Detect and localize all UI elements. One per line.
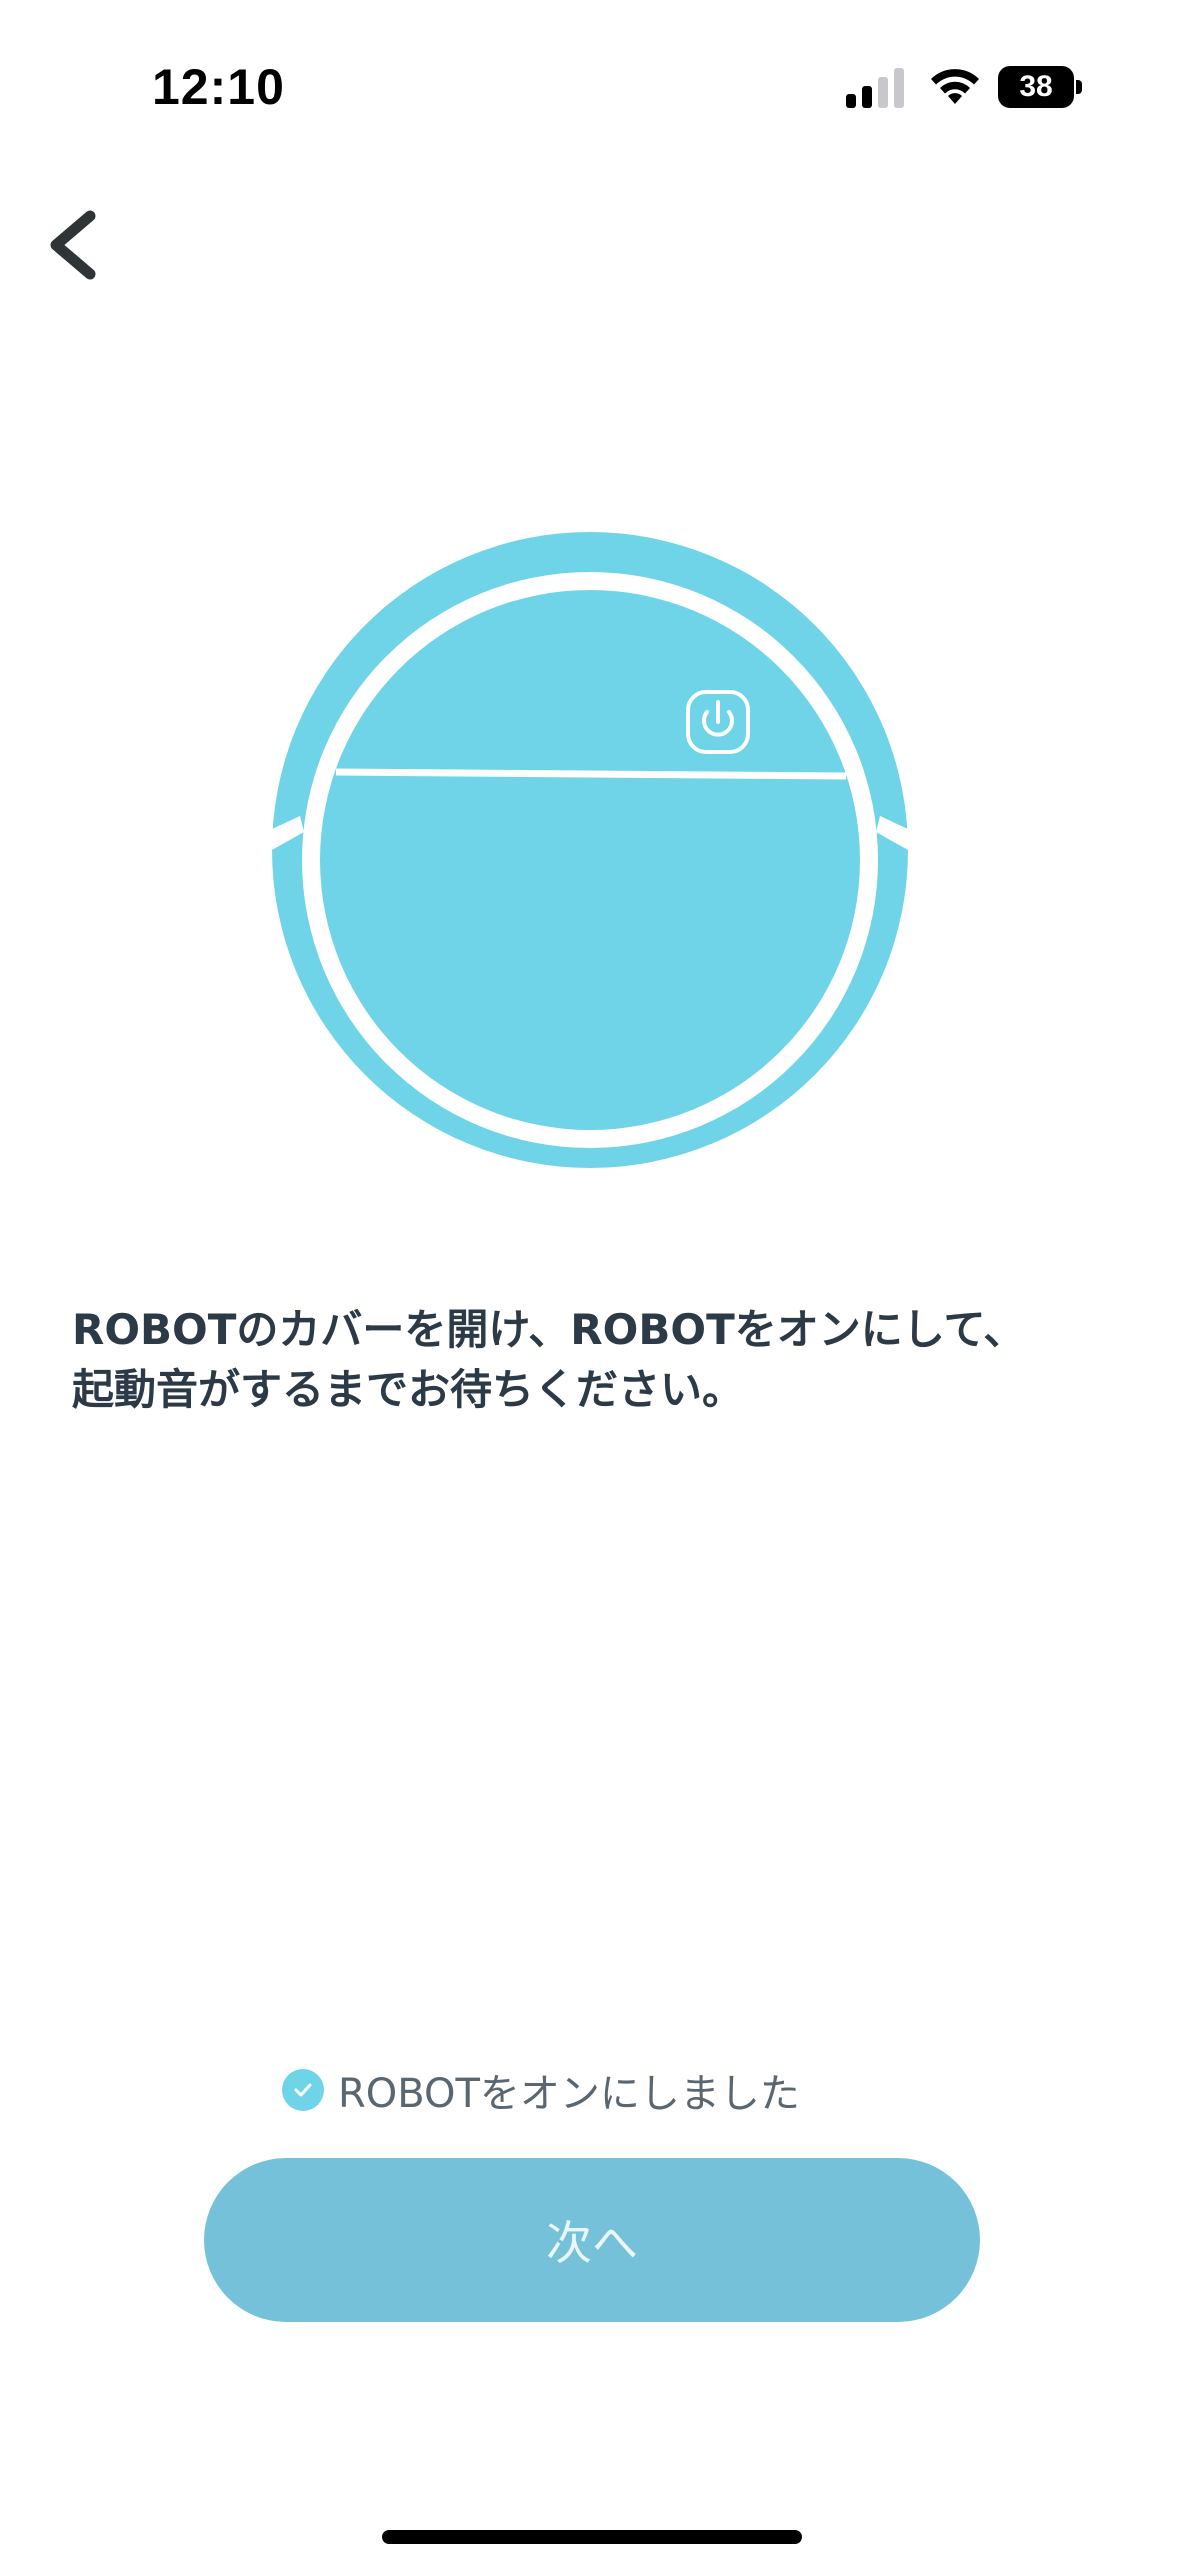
robot-on-checkbox[interactable]: ROBOTをオンにしました xyxy=(282,2060,800,2120)
instruction-text: ROBOTのカバーを開け、ROBOTをオンにして、 起動音がするまでお待ちくださ… xyxy=(72,1300,1112,1420)
battery-level: 38 xyxy=(1019,70,1053,103)
robot-on-label: ROBOTをオンにしました xyxy=(338,2071,800,2117)
home-indicator[interactable] xyxy=(382,2530,802,2544)
app-screen: 12:10 38 ROBOTのカバーを開け、ROBOTをオンにして、 起動音がす… xyxy=(0,0,1179,2556)
instruction-line-1: ROBOTのカバーを開け、ROBOTをオンにして、 xyxy=(72,1305,1026,1354)
back-button[interactable] xyxy=(38,200,108,290)
battery-indicator: 38 xyxy=(998,66,1082,108)
robot-vacuum-icon xyxy=(270,532,910,1168)
next-button[interactable]: 次へ xyxy=(204,2158,980,2322)
robot-vacuum-illustration xyxy=(270,530,910,1170)
status-time: 12:10 xyxy=(152,59,285,115)
wifi-icon xyxy=(928,64,982,108)
instruction-line-2: 起動音がするまでお待ちください。 xyxy=(72,1365,745,1414)
chevron-left-icon xyxy=(50,210,96,280)
cellular-signal-icon xyxy=(846,68,906,108)
check-circle-icon xyxy=(282,2069,324,2111)
